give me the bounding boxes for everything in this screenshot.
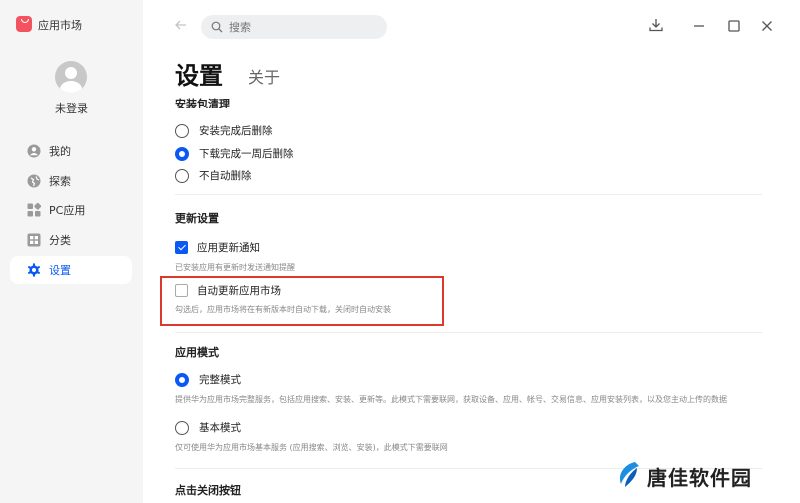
full-mode-description: 提供华为应用市场完整服务，包括应用搜索、安装、更新等。此模式下需要联网，获取设备… — [175, 395, 727, 404]
sidebar-item-category[interactable]: 分类 — [10, 226, 132, 254]
download-button[interactable] — [646, 16, 666, 36]
radio-option-delete-after-install[interactable]: 安装完成后删除 — [175, 123, 273, 138]
search-bar[interactable] — [201, 15, 387, 39]
checkbox-label: 应用更新通知 — [197, 242, 260, 254]
radio-option-no-auto-delete[interactable]: 不自动删除 — [175, 168, 252, 183]
apps-grid-icon — [27, 203, 41, 217]
watermark-logo-icon — [615, 460, 641, 492]
sidebar-nav: 我的 探索 PC应用 分类 设置 — [10, 137, 132, 285]
app-logo-icon — [16, 16, 32, 32]
section-title-package-cleanup: 安装包清理 — [175, 98, 230, 108]
update-notify-description: 已安装应用有更新时发送通知提醒 — [175, 263, 295, 272]
search-icon — [211, 18, 223, 37]
back-arrow-icon[interactable] — [174, 18, 188, 32]
sidebar-item-settings[interactable]: 设置 — [10, 255, 132, 284]
sidebar-item-mine[interactable]: 我的 — [10, 137, 132, 165]
sidebar-item-label: 我的 — [49, 145, 71, 158]
user-icon — [27, 144, 41, 158]
radio-label: 不自动删除 — [199, 170, 252, 182]
download-icon — [649, 17, 663, 36]
section-title-update-settings: 更新设置 — [175, 212, 219, 225]
globe-icon — [27, 174, 41, 188]
avatar[interactable] — [55, 61, 87, 93]
radio-option-full-mode[interactable]: 完整模式 — [175, 372, 241, 387]
watermark-text: 唐佳软件园 — [647, 465, 752, 490]
maximize-button[interactable] — [724, 16, 744, 36]
basic-mode-description: 仅可使用华为应用市场基本服务 (应用搜索、浏览、安装)，此模式下需要联网 — [175, 443, 448, 452]
login-status[interactable]: 未登录 — [0, 100, 143, 116]
radio-button[interactable] — [175, 168, 189, 183]
close-icon — [761, 17, 773, 36]
maximize-icon — [728, 17, 740, 36]
search-input[interactable] — [229, 20, 369, 34]
radio-option-delete-after-week[interactable]: 下载完成一周后删除 — [175, 146, 294, 161]
watermark: 唐佳软件园 — [615, 460, 752, 492]
sidebar-item-label: 分类 — [49, 234, 71, 248]
sidebar-item-label: PC应用 — [49, 204, 86, 218]
section-title-app-mode: 应用模式 — [175, 346, 219, 359]
tab-about[interactable]: 关于 — [248, 64, 280, 88]
page-title[interactable]: 设置 — [175, 56, 223, 91]
radio-option-basic-mode[interactable]: 基本模式 — [175, 420, 241, 435]
radio-label: 基本模式 — [199, 422, 241, 434]
radio-label: 完整模式 — [199, 374, 241, 386]
divider — [175, 194, 762, 195]
highlight-annotation-box — [160, 276, 444, 326]
radio-button[interactable] — [175, 123, 189, 138]
sidebar: 应用市场 未登录 我的 探索 PC应用 分类 设置 — [0, 0, 143, 503]
radio-label: 安装完成后删除 — [199, 125, 273, 137]
radio-button[interactable] — [175, 146, 189, 161]
section-title-close-button: 点击关闭按钮 — [175, 484, 241, 497]
sidebar-item-explore[interactable]: 探索 — [10, 167, 132, 195]
divider — [175, 332, 762, 333]
app-name: 应用市场 — [38, 19, 82, 32]
minimize-icon — [693, 17, 705, 36]
sidebar-item-pc-apps[interactable]: PC应用 — [10, 196, 132, 224]
checkbox-update-notify[interactable]: 应用更新通知 — [175, 240, 260, 255]
sidebar-item-label: 设置 — [49, 263, 71, 277]
minimize-button[interactable] — [689, 16, 709, 36]
close-window-button[interactable] — [757, 16, 777, 36]
radio-label: 下载完成一周后删除 — [199, 148, 294, 160]
sidebar-item-label: 探索 — [49, 174, 71, 188]
radio-button[interactable] — [175, 372, 189, 387]
gear-icon — [27, 263, 41, 277]
radio-button[interactable] — [175, 420, 189, 435]
category-icon — [27, 233, 41, 247]
checkbox[interactable] — [175, 241, 188, 254]
